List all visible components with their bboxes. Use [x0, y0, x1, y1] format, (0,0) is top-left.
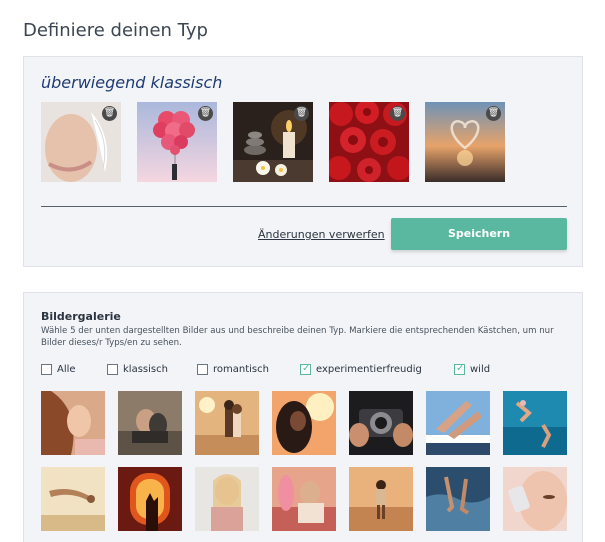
gallery-image[interactable]	[195, 391, 259, 455]
gallery-image[interactable]	[118, 391, 182, 455]
checkbox-checked-icon[interactable]	[300, 363, 311, 375]
trash-icon: 🗑	[199, 108, 212, 118]
checkbox-checked-icon[interactable]	[454, 363, 465, 375]
gallery-image[interactable]	[195, 467, 259, 531]
filter-romantisch[interactable]: romantisch	[197, 364, 269, 376]
save-button[interactable]: Speichern	[391, 218, 567, 250]
checkbox-icon[interactable]	[107, 364, 118, 375]
gallery-image[interactable]	[503, 467, 567, 531]
delete-image-button[interactable]: 🗑	[486, 106, 501, 121]
selected-image[interactable]: 🗑	[233, 102, 313, 182]
gallery-image[interactable]	[272, 391, 336, 455]
delete-image-button[interactable]: 🗑	[390, 106, 405, 121]
delete-image-button[interactable]: 🗑	[294, 106, 309, 121]
gallery-image[interactable]	[426, 467, 490, 531]
gallery-image[interactable]	[41, 391, 105, 455]
trash-icon: 🗑	[487, 108, 500, 118]
discard-changes-link[interactable]: Änderungen verwerfen	[258, 228, 385, 241]
gallery-image[interactable]	[426, 391, 490, 455]
filter-wild[interactable]: wild	[454, 363, 490, 376]
trash-icon: 🗑	[103, 108, 116, 118]
gallery-image[interactable]	[503, 391, 567, 455]
type-panel: überwiegend klassisch 🗑 🗑 🗑 🗑 🗑 Änderung…	[23, 56, 583, 267]
checkbox-icon[interactable]	[41, 364, 52, 375]
selected-image[interactable]: 🗑	[137, 102, 217, 182]
checkbox-icon[interactable]	[197, 364, 208, 375]
gallery-panel: Bildergalerie Wähle 5 der unten dargeste…	[23, 292, 583, 542]
trash-icon: 🗑	[295, 108, 308, 118]
selected-image[interactable]: 🗑	[329, 102, 409, 182]
trash-icon: 🗑	[391, 108, 404, 118]
gallery-image[interactable]	[118, 467, 182, 531]
type-name: überwiegend klassisch	[41, 73, 223, 92]
page-title: Definiere deinen Typ	[23, 20, 208, 41]
filter-klassisch[interactable]: klassisch	[107, 364, 168, 376]
selected-image[interactable]: 🗑	[41, 102, 121, 182]
gallery-description: Wähle 5 der unten dargestellten Bilder a…	[41, 326, 554, 348]
selected-image[interactable]: 🗑	[425, 102, 505, 182]
gallery-title: Bildergalerie	[41, 310, 121, 323]
gallery-image[interactable]	[272, 467, 336, 531]
filter-experimentierfreudig[interactable]: experimentierfreudig	[300, 363, 422, 376]
delete-image-button[interactable]: 🗑	[102, 106, 117, 121]
gallery-image[interactable]	[349, 467, 413, 531]
filter-alle[interactable]: Alle	[41, 364, 76, 376]
gallery-image[interactable]	[41, 467, 105, 531]
divider	[41, 206, 567, 207]
gallery-image[interactable]	[349, 391, 413, 455]
delete-image-button[interactable]: 🗑	[198, 106, 213, 121]
